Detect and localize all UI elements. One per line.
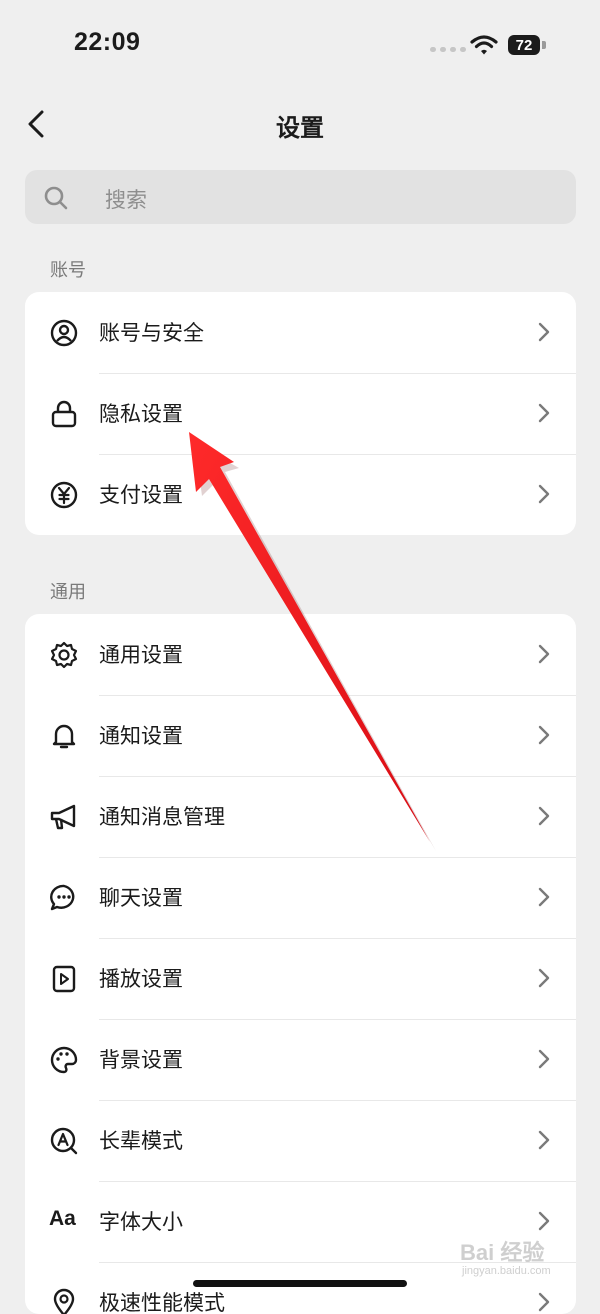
settings-row-label: 播放设置: [99, 967, 183, 991]
status-time: 22:09: [74, 28, 141, 56]
settings-row-notification-messages[interactable]: 通知消息管理: [25, 776, 576, 857]
battery-cap: [542, 41, 546, 49]
elder-icon: [50, 1127, 78, 1155]
cellular-signal-icon: [430, 47, 466, 52]
location-icon: [53, 1288, 75, 1314]
section-label-account: 账号: [50, 260, 86, 281]
settings-row-label: 通知设置: [99, 724, 183, 748]
settings-row-account-security[interactable]: 账号与安全: [25, 292, 576, 373]
chevron-right-icon: [538, 1130, 550, 1150]
chevron-right-icon: [538, 484, 550, 504]
battery-indicator: 72: [508, 35, 540, 55]
home-indicator[interactable]: [193, 1280, 407, 1287]
bell-icon: [52, 724, 76, 749]
account-icon: [50, 319, 78, 347]
chevron-right-icon: [538, 322, 550, 342]
general-settings-card: 通用设置 通知设置 通知消息管理 聊天设置 播放设置 背景设置 长辈模式 Aa …: [25, 614, 576, 1314]
gear-icon: [50, 641, 78, 669]
play-icon: [52, 965, 76, 993]
settings-row-payment[interactable]: 支付设置: [25, 454, 576, 535]
page-title: 设置: [276, 114, 324, 142]
megaphone-icon: [50, 804, 76, 830]
search-input[interactable]: 搜索: [25, 170, 576, 224]
settings-row-label: 隐私设置: [99, 402, 183, 426]
search-placeholder: 搜索: [105, 188, 147, 212]
settings-row-playback[interactable]: 播放设置: [25, 938, 576, 1019]
chevron-right-icon: [538, 806, 550, 826]
chevron-right-icon: [538, 887, 550, 907]
settings-row-label: 长辈模式: [99, 1129, 183, 1153]
chevron-right-icon: [538, 1292, 550, 1312]
settings-row-elder-mode[interactable]: 长辈模式: [25, 1100, 576, 1181]
status-bar: 22:09 72: [0, 0, 600, 90]
chat-icon: [50, 884, 75, 911]
settings-row-notifications[interactable]: 通知设置: [25, 695, 576, 776]
chevron-right-icon: [538, 403, 550, 423]
settings-row-label: 聊天设置: [99, 886, 183, 910]
settings-row-chat[interactable]: 聊天设置: [25, 857, 576, 938]
chevron-right-icon: [538, 644, 550, 664]
wifi-icon: [470, 35, 498, 55]
settings-row-label: 通知消息管理: [99, 805, 225, 829]
chevron-right-icon: [538, 1049, 550, 1069]
yen-icon: [50, 481, 78, 509]
settings-row-privacy[interactable]: 隐私设置: [25, 373, 576, 454]
baidu-watermark-logo: Bai 经验: [460, 1240, 545, 1265]
settings-row-general[interactable]: 通用设置: [25, 614, 576, 695]
font-size-icon: Aa: [49, 1207, 76, 1230]
settings-row-label: 字体大小: [99, 1210, 183, 1234]
settings-row-label: 支付设置: [99, 483, 183, 507]
account-settings-card: 账号与安全 隐私设置 支付设置: [25, 292, 576, 535]
nav-bar: 设置: [0, 90, 600, 160]
baidu-watermark-url: jingyan.baidu.com: [462, 1265, 551, 1277]
palette-icon: [50, 1046, 78, 1074]
chevron-right-icon: [538, 968, 550, 988]
chevron-right-icon: [538, 1211, 550, 1231]
settings-row-label: 背景设置: [99, 1048, 183, 1072]
settings-row-background[interactable]: 背景设置: [25, 1019, 576, 1100]
settings-row-label: 账号与安全: [99, 321, 204, 345]
lock-icon: [51, 400, 77, 428]
section-label-general: 通用: [50, 582, 86, 603]
chevron-right-icon: [538, 725, 550, 745]
search-icon: [44, 186, 68, 210]
settings-row-label: 通用设置: [99, 643, 183, 667]
